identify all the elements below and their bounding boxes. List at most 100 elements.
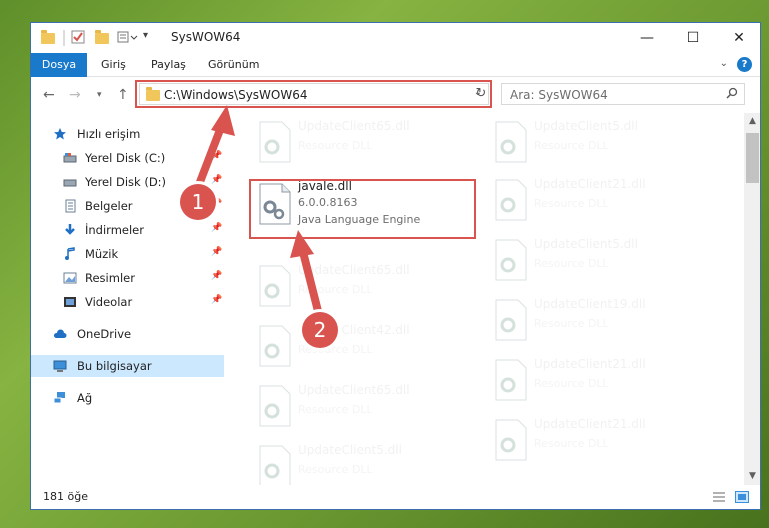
customize-toolbar-icon[interactable] (117, 30, 139, 46)
vertical-scrollbar[interactable]: ▲ ▼ (744, 113, 760, 485)
picture-icon (63, 272, 77, 284)
minimize-button[interactable]: — (624, 23, 670, 53)
navigation-bar: ← → ▾ ↑ C:\Windows\SysWOW64 ⌄ ↻ Ara: Sys… (31, 77, 760, 113)
recent-locations-icon[interactable]: ▾ (97, 90, 102, 100)
folder-icon[interactable] (41, 30, 57, 46)
list-item[interactable]: UpdateClient21.dll Resource DLL (482, 417, 712, 465)
file-description: Resource DLL (534, 437, 609, 450)
pin-icon[interactable]: 📌 (211, 223, 222, 233)
scroll-up-icon[interactable]: ▲ (744, 113, 760, 130)
sidebar-item-label: Resimler (85, 271, 135, 285)
file-description: Resource DLL (298, 463, 373, 476)
sidebar-item-label: Ağ (77, 391, 93, 405)
video-icon (64, 297, 76, 307)
sidebar-item-this-pc[interactable]: Bu bilgisayar (31, 355, 224, 377)
search-box[interactable]: Ara: SysWOW64 (501, 83, 745, 105)
dll-file-icon (495, 239, 527, 281)
file-name: UpdateClient21.dll (534, 417, 646, 431)
dll-file-icon (259, 445, 291, 485)
back-arrow-icon[interactable]: ← (43, 87, 55, 103)
file-name: UpdateClient65.dll (298, 383, 410, 397)
close-button[interactable]: ✕ (716, 23, 760, 53)
file-description: Resource DLL (534, 139, 609, 152)
details-view-icon[interactable] (712, 491, 726, 503)
dll-file-icon (495, 359, 527, 401)
sidebar-item-label: İndirmeler (85, 223, 144, 237)
file-name: UpdateClient5.dll (534, 237, 638, 251)
item-count: 181 öğe (43, 490, 88, 503)
list-item[interactable]: UpdateClient5.dll Resource DLL (482, 237, 712, 285)
sidebar-item-label: Videolar (85, 295, 133, 309)
forward-arrow-icon[interactable]: → (69, 87, 81, 103)
list-item[interactable]: UpdateClient19.dll Resource DLL (482, 297, 712, 345)
dll-file-icon (495, 299, 527, 341)
sidebar-item-videos[interactable]: Videolar 📌 (31, 291, 224, 313)
pin-icon[interactable]: 📌 (211, 295, 222, 305)
list-item[interactable]: UpdateClient5.dll Resource DLL (246, 443, 476, 485)
sidebar-item-downloads[interactable]: İndirmeler 📌 (31, 219, 224, 241)
dll-file-icon (495, 419, 527, 461)
list-item[interactable]: UpdateClient21.dll Resource DLL (482, 177, 712, 225)
status-bar: 181 öğe (31, 485, 760, 509)
network-icon (53, 392, 65, 404)
help-icon[interactable]: ? (737, 57, 752, 72)
step2-badge: 2 (302, 312, 338, 348)
ribbon-tabs: Dosya Giriş Paylaş Görünüm ⌄ ? (31, 53, 760, 77)
up-arrow-icon[interactable]: ↑ (117, 87, 129, 103)
dll-file-icon (495, 179, 527, 221)
dll-file-icon (259, 121, 291, 163)
file-description: Resource DLL (534, 257, 609, 270)
separator (63, 30, 65, 46)
sidebar-item-pictures[interactable]: Resimler 📌 (31, 267, 224, 289)
file-description: Resource DLL (298, 139, 373, 152)
drive-icon (63, 153, 77, 163)
scrollbar-thumb[interactable] (746, 133, 759, 183)
list-item[interactable]: UpdateClient65.dll Resource DLL (246, 383, 476, 431)
pin-icon[interactable]: 📌 (211, 271, 222, 281)
large-icons-view-icon[interactable] (735, 491, 749, 503)
tab-share[interactable]: Paylaş (151, 53, 186, 77)
star-icon (54, 128, 66, 140)
file-description: Resource DLL (298, 403, 373, 416)
sidebar-item-label: Yerel Disk (D:) (85, 175, 167, 189)
sidebar-item-music[interactable]: Müzik 📌 (31, 243, 224, 265)
list-item[interactable]: UpdateClient5.dll Resource DLL (482, 119, 712, 167)
file-name: UpdateClient65.dll (298, 119, 410, 133)
sidebar-item-onedrive[interactable]: OneDrive (31, 323, 224, 345)
expand-ribbon-icon[interactable]: ⌄ (720, 58, 728, 69)
tab-view[interactable]: Görünüm (208, 53, 259, 77)
computer-icon (53, 360, 67, 372)
sidebar-item-network[interactable]: Ağ (31, 387, 224, 409)
search-icon (726, 87, 738, 99)
pin-icon[interactable]: 📌 (211, 247, 222, 257)
tab-file[interactable]: Dosya (31, 53, 87, 77)
file-description: Resource DLL (534, 317, 609, 330)
step1-badge: 1 (180, 184, 216, 220)
file-description: Resource DLL (534, 197, 609, 210)
dll-file-icon (495, 121, 527, 163)
file-description: Resource DLL (534, 377, 609, 390)
file-name: UpdateClient21.dll (534, 357, 646, 371)
file-name: UpdateClient19.dll (534, 297, 646, 311)
tab-home[interactable]: Giriş (101, 53, 126, 77)
sidebar-item-label: OneDrive (77, 327, 132, 341)
download-icon (65, 224, 75, 235)
sidebar-item-label: Hızlı erişim (77, 127, 141, 141)
dropdown-icon[interactable]: ▾ (143, 30, 155, 46)
list-item[interactable]: UpdateClient65.dll Resource DLL (246, 119, 476, 167)
title-bar: ▾ SysWOW64 — ☐ ✕ (31, 23, 760, 53)
new-folder-icon[interactable] (95, 30, 111, 46)
file-name: UpdateClient21.dll (534, 177, 646, 191)
dll-file-icon (259, 385, 291, 427)
file-name: UpdateClient5.dll (534, 119, 638, 133)
search-input[interactable]: Ara: SysWOW64 (510, 88, 608, 102)
properties-icon[interactable] (71, 30, 87, 46)
scroll-down-icon[interactable]: ▼ (744, 468, 760, 485)
list-item[interactable]: UpdateClient21.dll Resource DLL (482, 357, 712, 405)
drive-icon (63, 179, 77, 187)
sidebar-item-label: Belgeler (85, 199, 133, 213)
sidebar-item-label: Bu bilgisayar (77, 359, 152, 373)
maximize-button[interactable]: ☐ (670, 23, 716, 53)
cloud-icon (53, 329, 67, 338)
document-icon (65, 199, 76, 213)
